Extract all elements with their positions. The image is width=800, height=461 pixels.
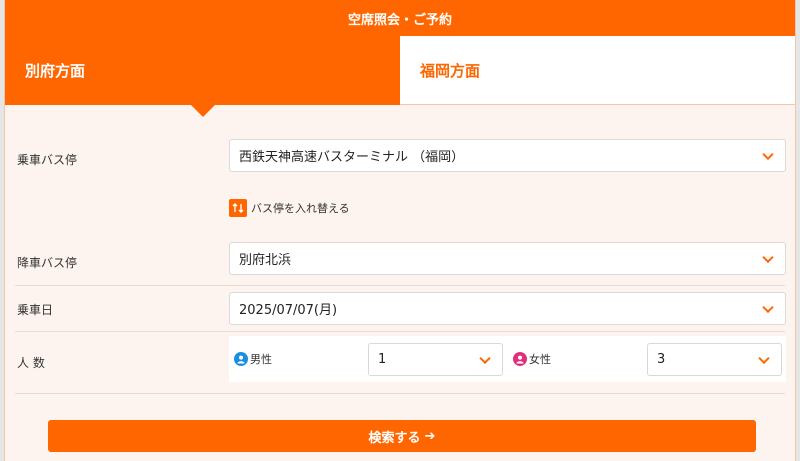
male-label-text: 男性 xyxy=(250,353,272,366)
male-count-select[interactable]: 1 xyxy=(368,343,503,376)
boarding-stop-value: 西鉄天神高速バスターミナル （福岡） xyxy=(239,150,465,165)
boarding-stop-select[interactable]: 西鉄天神高速バスターミナル （福岡） xyxy=(229,139,786,172)
female-label: 女性 xyxy=(513,351,551,367)
tab-beppu[interactable]: 別府方面 xyxy=(5,36,400,105)
male-label: 男性 xyxy=(234,351,272,367)
tab-beppu-label: 別府方面 xyxy=(25,62,86,80)
chevron-down-icon xyxy=(762,301,774,313)
alighting-stop-label: 降車バス停 xyxy=(17,256,78,270)
arrow-right-icon: ➔ xyxy=(424,428,436,444)
reservation-panel: 空席照会・ご予約 別府方面 福岡方面 乗車バス停 西鉄天神高速バスターミナル （… xyxy=(4,0,796,461)
female-count-select[interactable]: 3 xyxy=(647,343,782,376)
header-title: 空席照会・ご予約 xyxy=(347,12,452,28)
chevron-down-icon xyxy=(762,251,774,263)
swap-stops-label: バス停を入れ替える xyxy=(251,202,350,215)
tab-fukuoka[interactable]: 福岡方面 xyxy=(400,36,795,105)
female-count-value: 3 xyxy=(657,352,666,367)
divider xyxy=(15,285,785,286)
search-button-label: 検索する xyxy=(368,430,421,446)
boarding-stop-label: 乗車バス停 xyxy=(17,153,78,167)
chevron-down-icon xyxy=(479,352,491,364)
search-button[interactable]: 検索する ➔ xyxy=(48,420,756,452)
female-user-icon xyxy=(513,352,527,366)
male-user-icon xyxy=(234,352,248,366)
active-tab-pointer xyxy=(191,105,215,117)
swap-stops-button[interactable]: バス停を入れ替える xyxy=(229,199,350,217)
chevron-down-icon xyxy=(758,352,770,364)
date-label: 乗車日 xyxy=(17,303,54,317)
swap-arrows-icon xyxy=(229,199,247,217)
header-bar: 空席照会・ご予約 xyxy=(5,0,795,36)
female-label-text: 女性 xyxy=(529,353,551,366)
passengers-label: 人 数 xyxy=(17,356,45,370)
male-count-value: 1 xyxy=(378,352,387,367)
date-value: 2025/07/07(月) xyxy=(239,303,338,318)
alighting-stop-select[interactable]: 別府北浜 xyxy=(229,242,786,275)
date-select[interactable]: 2025/07/07(月) xyxy=(229,292,786,325)
alighting-stop-value: 別府北浜 xyxy=(239,253,292,268)
direction-tabs: 別府方面 福岡方面 xyxy=(5,36,795,117)
divider xyxy=(15,393,785,394)
chevron-down-icon xyxy=(762,148,774,160)
divider xyxy=(15,331,785,332)
tab-fukuoka-label: 福岡方面 xyxy=(420,61,481,80)
